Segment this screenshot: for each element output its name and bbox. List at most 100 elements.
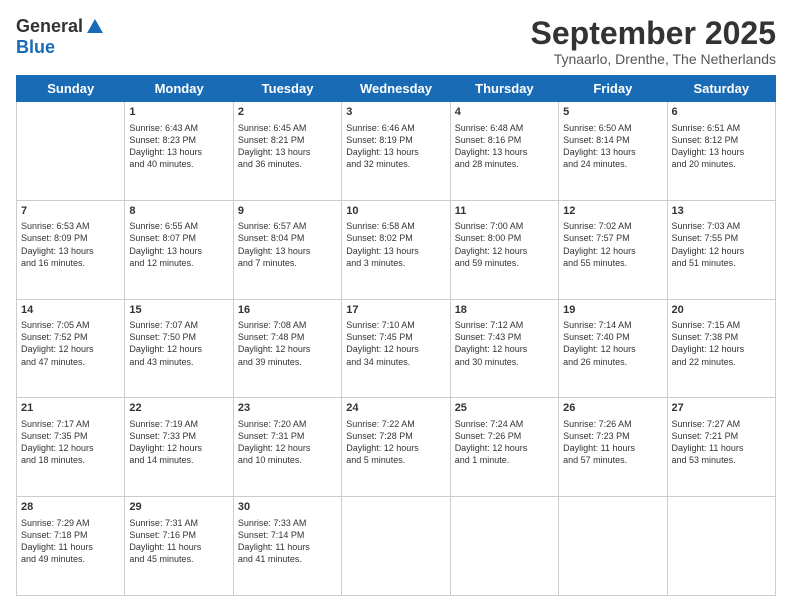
day-info: Sunrise: 6:58 AM Sunset: 8:02 PM Dayligh…: [346, 220, 445, 269]
day-number: 20: [672, 303, 771, 318]
table-row: 29 Sunrise: 7:31 AM Sunset: 7:16 PM Dayli…: [125, 497, 233, 596]
day-info: Sunrise: 7:29 AM Sunset: 7:18 PM Dayligh…: [21, 517, 120, 566]
day-info: Sunrise: 6:50 AM Sunset: 8:14 PM Dayligh…: [563, 122, 662, 171]
day-info: Sunrise: 7:02 AM Sunset: 7:57 PM Dayligh…: [563, 220, 662, 269]
table-row: [667, 497, 775, 596]
day-number: 16: [238, 303, 337, 318]
table-row: [342, 497, 450, 596]
day-number: 1: [129, 105, 228, 120]
calendar-header-row: Sunday Monday Tuesday Wednesday Thursday…: [17, 76, 776, 102]
day-info: Sunrise: 7:05 AM Sunset: 7:52 PM Dayligh…: [21, 319, 120, 368]
day-info: Sunrise: 6:51 AM Sunset: 8:12 PM Dayligh…: [672, 122, 771, 171]
day-number: 10: [346, 204, 445, 219]
day-info: Sunrise: 7:33 AM Sunset: 7:14 PM Dayligh…: [238, 517, 337, 566]
logo-blue-text: Blue: [16, 37, 55, 58]
day-number: 28: [21, 500, 120, 515]
day-number: 18: [455, 303, 554, 318]
table-row: 15Sunrise: 7:07 AM Sunset: 7:50 PM Dayli…: [125, 299, 233, 398]
day-info: Sunrise: 7:00 AM Sunset: 8:00 PM Dayligh…: [455, 220, 554, 269]
location: Tynaarlo, Drenthe, The Netherlands: [531, 51, 776, 67]
table-row: 12Sunrise: 7:02 AM Sunset: 7:57 PM Dayli…: [559, 200, 667, 299]
day-number: 21: [21, 401, 120, 416]
day-number: 19: [563, 303, 662, 318]
day-info: Sunrise: 7:17 AM Sunset: 7:35 PM Dayligh…: [21, 418, 120, 467]
logo-general-text: General: [16, 16, 83, 37]
day-info: Sunrise: 6:46 AM Sunset: 8:19 PM Dayligh…: [346, 122, 445, 171]
table-row: 3 Sunrise: 6:46 AM Sunset: 8:19 PM Daylig…: [342, 102, 450, 201]
table-row: 7Sunrise: 6:53 AM Sunset: 8:09 PM Daylig…: [17, 200, 125, 299]
header-monday: Monday: [125, 76, 233, 102]
day-number: 7: [21, 204, 120, 219]
table-row: 26 Sunrise: 7:26 AM Sunset: 7:23 PM Dayli…: [559, 398, 667, 497]
header-tuesday: Tuesday: [233, 76, 341, 102]
calendar-week-1: 7Sunrise: 6:53 AM Sunset: 8:09 PM Daylig…: [17, 200, 776, 299]
day-info: Sunrise: 7:26 AM Sunset: 7:23 PM Dayligh…: [563, 418, 662, 467]
table-row: 25 Sunrise: 7:24 AM Sunset: 7:26 PM Dayli…: [450, 398, 558, 497]
day-number: 29: [129, 500, 228, 515]
day-info: Sunrise: 7:08 AM Sunset: 7:48 PM Dayligh…: [238, 319, 337, 368]
day-number: 9: [238, 204, 337, 219]
logo-icon: [85, 17, 105, 37]
header-thursday: Thursday: [450, 76, 558, 102]
day-number: 11: [455, 204, 554, 219]
day-info: Sunrise: 7:07 AM Sunset: 7:50 PM Dayligh…: [129, 319, 228, 368]
table-row: 19Sunrise: 7:14 AM Sunset: 7:40 PM Dayli…: [559, 299, 667, 398]
table-row: 27Sunrise: 7:27 AM Sunset: 7:21 PM Dayli…: [667, 398, 775, 497]
day-info: Sunrise: 7:20 AM Sunset: 7:31 PM Dayligh…: [238, 418, 337, 467]
header-saturday: Saturday: [667, 76, 775, 102]
table-row: 17Sunrise: 7:10 AM Sunset: 7:45 PM Dayli…: [342, 299, 450, 398]
day-info: Sunrise: 7:19 AM Sunset: 7:33 PM Dayligh…: [129, 418, 228, 467]
header-sunday: Sunday: [17, 76, 125, 102]
day-number: 26: [563, 401, 662, 416]
calendar-table: Sunday Monday Tuesday Wednesday Thursday…: [16, 75, 776, 596]
day-info: Sunrise: 6:57 AM Sunset: 8:04 PM Dayligh…: [238, 220, 337, 269]
day-info: Sunrise: 7:10 AM Sunset: 7:45 PM Dayligh…: [346, 319, 445, 368]
day-number: 6: [672, 105, 771, 120]
table-row: [17, 102, 125, 201]
day-number: 2: [238, 105, 337, 120]
header: General Blue September 2025 Tynaarlo, Dr…: [16, 16, 776, 67]
table-row: 16Sunrise: 7:08 AM Sunset: 7:48 PM Dayli…: [233, 299, 341, 398]
table-row: [559, 497, 667, 596]
table-row: 5 Sunrise: 6:50 AM Sunset: 8:14 PM Daylig…: [559, 102, 667, 201]
table-row: 13Sunrise: 7:03 AM Sunset: 7:55 PM Dayli…: [667, 200, 775, 299]
day-info: Sunrise: 7:14 AM Sunset: 7:40 PM Dayligh…: [563, 319, 662, 368]
day-number: 12: [563, 204, 662, 219]
table-row: 8Sunrise: 6:55 AM Sunset: 8:07 PM Daylig…: [125, 200, 233, 299]
day-info: Sunrise: 7:12 AM Sunset: 7:43 PM Dayligh…: [455, 319, 554, 368]
day-info: Sunrise: 7:03 AM Sunset: 7:55 PM Dayligh…: [672, 220, 771, 269]
day-number: 4: [455, 105, 554, 120]
day-number: 22: [129, 401, 228, 416]
day-number: 25: [455, 401, 554, 416]
day-number: 13: [672, 204, 771, 219]
logo: General Blue: [16, 16, 105, 58]
day-info: Sunrise: 6:55 AM Sunset: 8:07 PM Dayligh…: [129, 220, 228, 269]
day-info: Sunrise: 7:22 AM Sunset: 7:28 PM Dayligh…: [346, 418, 445, 467]
day-number: 5: [563, 105, 662, 120]
table-row: 20Sunrise: 7:15 AM Sunset: 7:38 PM Dayli…: [667, 299, 775, 398]
table-row: 23Sunrise: 7:20 AM Sunset: 7:31 PM Dayli…: [233, 398, 341, 497]
table-row: 24 Sunrise: 7:22 AM Sunset: 7:28 PM Dayli…: [342, 398, 450, 497]
calendar-week-0: 1Sunrise: 6:43 AM Sunset: 8:23 PM Daylig…: [17, 102, 776, 201]
month-title: September 2025: [531, 16, 776, 51]
day-number: 3: [346, 105, 445, 120]
header-wednesday: Wednesday: [342, 76, 450, 102]
day-info: Sunrise: 6:45 AM Sunset: 8:21 PM Dayligh…: [238, 122, 337, 171]
table-row: 14Sunrise: 7:05 AM Sunset: 7:52 PM Dayli…: [17, 299, 125, 398]
calendar-week-2: 14Sunrise: 7:05 AM Sunset: 7:52 PM Dayli…: [17, 299, 776, 398]
table-row: [450, 497, 558, 596]
table-row: 28 Sunrise: 7:29 AM Sunset: 7:18 PM Dayli…: [17, 497, 125, 596]
day-number: 15: [129, 303, 228, 318]
day-info: Sunrise: 7:31 AM Sunset: 7:16 PM Dayligh…: [129, 517, 228, 566]
calendar-week-3: 21 Sunrise: 7:17 AM Sunset: 7:35 PM Dayli…: [17, 398, 776, 497]
table-row: 11Sunrise: 7:00 AM Sunset: 8:00 PM Dayli…: [450, 200, 558, 299]
day-info: Sunrise: 7:24 AM Sunset: 7:26 PM Dayligh…: [455, 418, 554, 467]
day-number: 30: [238, 500, 337, 515]
table-row: 18Sunrise: 7:12 AM Sunset: 7:43 PM Dayli…: [450, 299, 558, 398]
day-number: 17: [346, 303, 445, 318]
header-friday: Friday: [559, 76, 667, 102]
table-row: 9Sunrise: 6:57 AM Sunset: 8:04 PM Daylig…: [233, 200, 341, 299]
day-number: 24: [346, 401, 445, 416]
day-info: Sunrise: 6:48 AM Sunset: 8:16 PM Dayligh…: [455, 122, 554, 171]
table-row: 6 Sunrise: 6:51 AM Sunset: 8:12 PM Daylig…: [667, 102, 775, 201]
